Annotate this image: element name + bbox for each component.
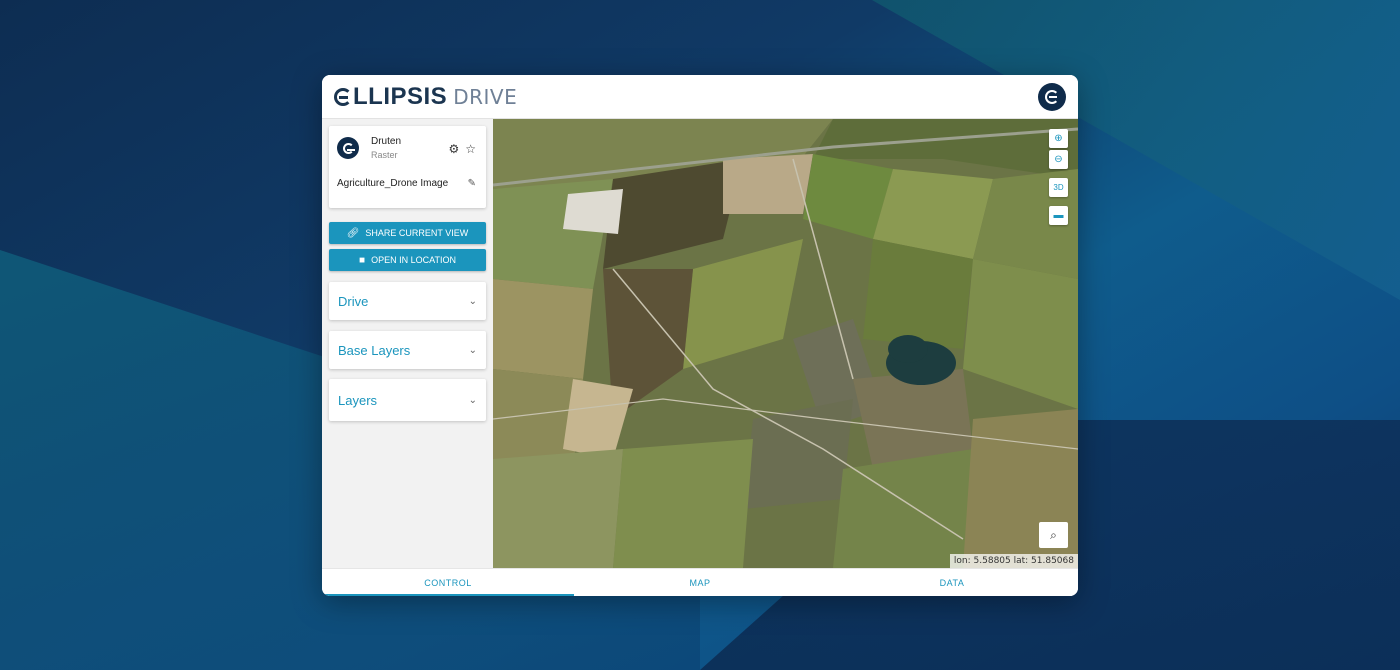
- section-base-layers[interactable]: Base Layers ⌄: [329, 331, 486, 369]
- share-label: SHARE CURRENT VIEW: [365, 228, 469, 238]
- layer-name: Agriculture_Drone Image: [337, 178, 449, 189]
- section-drive[interactable]: Drive ⌄: [329, 282, 486, 320]
- brand-product: DRIVE: [453, 84, 518, 109]
- app-window: LLIPSIS DRIVE Druten Raster ⚙ ☆ Agricult…: [322, 75, 1078, 596]
- ellipsis-e-icon: [334, 87, 352, 106]
- 3d-toggle-button[interactable]: 3D: [1049, 178, 1068, 197]
- chevron-down-icon: ⌄: [468, 344, 477, 356]
- folder-icon: ■: [359, 254, 366, 266]
- star-icon[interactable]: ☆: [465, 142, 476, 156]
- top-bar: LLIPSIS DRIVE: [322, 75, 1078, 119]
- control-sidebar: Druten Raster ⚙ ☆ Agriculture_Drone Imag…: [322, 119, 493, 568]
- section-layers[interactable]: Layers ⌄: [329, 379, 486, 421]
- user-avatar[interactable]: [1038, 82, 1066, 111]
- pencil-icon[interactable]: ✎: [468, 178, 476, 189]
- section-label: Base Layers: [338, 342, 411, 358]
- search-icon: ⌕: [1050, 527, 1057, 542]
- section-label: Layers: [338, 392, 378, 408]
- chevron-down-icon: ⌄: [468, 394, 477, 406]
- gear-icon[interactable]: ⚙: [448, 142, 459, 156]
- map-info-card: Druten Raster ⚙ ☆ Agriculture_Drone Imag…: [329, 126, 486, 208]
- section-label: Drive: [338, 293, 369, 309]
- measure-button[interactable]: ▬: [1049, 206, 1068, 225]
- ellipsis-e-icon: [342, 142, 355, 154]
- map-viewport[interactable]: ⊕ ⊖ 3D ▬ ⌕ lon: 5.58805 lat: 51.85068: [493, 119, 1078, 568]
- map-search-button[interactable]: ⌕: [1039, 522, 1068, 548]
- coordinate-readout: lon: 5.58805 lat: 51.85068: [949, 554, 1078, 568]
- ellipsis-e-icon: [1045, 89, 1059, 104]
- map-title: Druten: [371, 136, 402, 147]
- zoom-in-button[interactable]: ⊕: [1049, 129, 1068, 148]
- brand-name: LLIPSIS: [353, 82, 448, 110]
- tab-control[interactable]: CONTROL: [322, 569, 574, 596]
- map-owner-avatar: [337, 137, 359, 159]
- chevron-down-icon: ⌄: [468, 295, 477, 307]
- brand-logo[interactable]: LLIPSIS DRIVE: [334, 83, 517, 111]
- bottom-tabs: CONTROL MAP DATA: [322, 568, 1078, 596]
- share-current-view-button[interactable]: 🔗︎ SHARE CURRENT VIEW: [329, 222, 486, 244]
- map-type: Raster: [371, 150, 398, 160]
- zoom-out-button[interactable]: ⊖: [1049, 150, 1068, 169]
- open-in-location-button[interactable]: ■ OPEN IN LOCATION: [329, 249, 486, 271]
- tab-map[interactable]: MAP: [574, 569, 826, 596]
- tab-data[interactable]: DATA: [826, 569, 1078, 596]
- open-label: OPEN IN LOCATION: [371, 255, 456, 265]
- aerial-map-image: [493, 119, 1078, 568]
- link-icon: 🔗︎: [346, 227, 360, 239]
